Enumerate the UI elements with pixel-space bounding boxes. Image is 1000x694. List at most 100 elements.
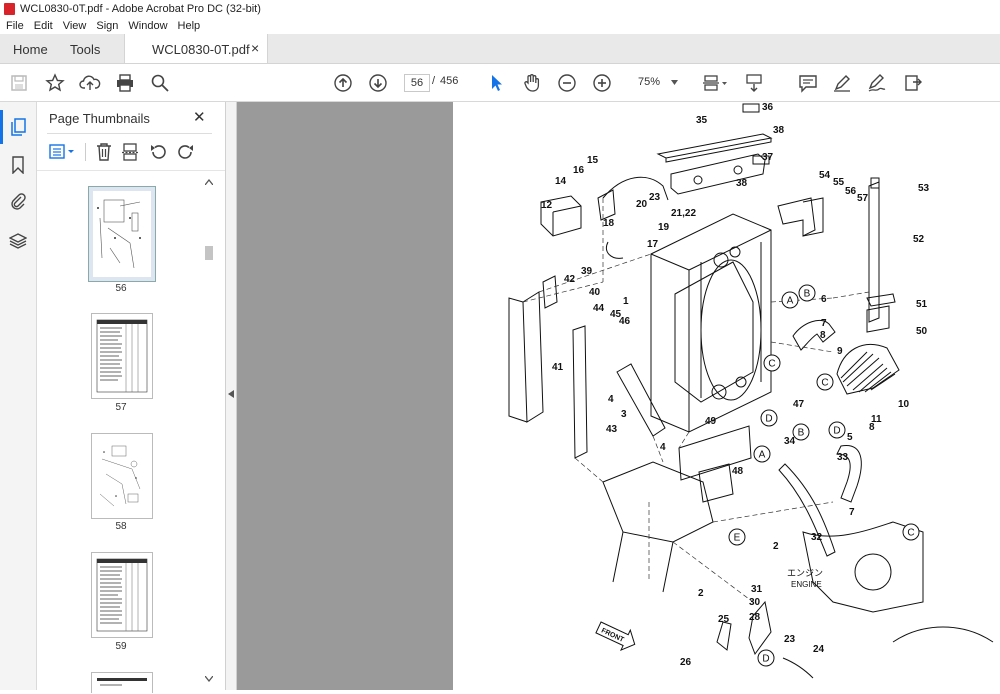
connection-marker: B <box>798 284 816 302</box>
page-number-input[interactable]: 56 <box>404 74 430 92</box>
panel-collapse-handle[interactable] <box>226 102 237 690</box>
fill-sign-icon[interactable] <box>866 72 888 94</box>
more-tools-icon[interactable] <box>902 72 924 94</box>
menu-bar: File Edit View Sign Window Help <box>0 17 1000 34</box>
thumbnail-label: 57 <box>115 402 127 413</box>
thumbnail-label: 59 <box>115 641 127 652</box>
star-icon[interactable] <box>44 72 66 94</box>
zoom-in-icon[interactable] <box>591 72 613 94</box>
page-separator: / <box>432 75 436 87</box>
part-callout: 10 <box>898 399 910 410</box>
thumbnail-page-56[interactable] <box>88 186 156 282</box>
tab-home[interactable]: Home <box>13 42 48 57</box>
layers-icon[interactable] <box>9 232 27 250</box>
part-callout: 19 <box>658 222 670 233</box>
part-callout: 9 <box>837 346 843 357</box>
scroll-thumb[interactable] <box>205 246 213 260</box>
search-icon[interactable] <box>149 72 171 94</box>
front-arrow: FRONT <box>595 621 636 652</box>
thumbnail-page-58[interactable] <box>91 433 153 519</box>
tab-bar: Home Tools WCL0830-0T.pdf × <box>0 34 1000 64</box>
thumbnail-page-59[interactable] <box>91 552 153 638</box>
panel-scrollbar[interactable] <box>203 176 215 688</box>
delete-icon[interactable] <box>95 142 113 162</box>
scroll-up-icon[interactable] <box>205 179 213 185</box>
part-callout: 7 <box>849 507 855 518</box>
select-arrow-icon[interactable] <box>486 72 508 94</box>
part-callout: 24 <box>813 644 825 655</box>
save-icon[interactable] <box>8 72 30 94</box>
left-rail <box>0 102 37 690</box>
page-layout-icon[interactable] <box>701 72 729 94</box>
thumbnail-page-57[interactable] <box>91 313 153 399</box>
connection-marker-label: C <box>768 359 775 370</box>
print-icon[interactable] <box>114 72 136 94</box>
connection-marker: D <box>828 421 846 439</box>
part-callout: 23 <box>784 634 796 645</box>
part-callout: 55 <box>833 177 845 188</box>
extract-pages-icon[interactable] <box>121 142 141 162</box>
zoom-select[interactable]: 75% <box>628 74 684 90</box>
thumbnail-label: 56 <box>115 283 127 294</box>
connection-marker-label: B <box>798 428 805 439</box>
scroll-down-icon[interactable] <box>205 676 213 682</box>
part-callout: 6 <box>821 294 827 305</box>
menu-sign[interactable]: Sign <box>96 20 118 32</box>
part-callout: 53 <box>918 183 930 194</box>
cloud-upload-icon[interactable] <box>79 72 101 94</box>
scroll-mode-icon[interactable] <box>743 72 765 94</box>
thumbnail-options-icon[interactable] <box>49 144 75 160</box>
part-callout: 4 <box>660 442 666 453</box>
menu-window[interactable]: Window <box>128 20 167 32</box>
page-thumbnails-icon[interactable] <box>9 118 27 136</box>
bookmark-icon[interactable] <box>11 156 25 174</box>
part-callout: 11 <box>871 414 882 425</box>
menu-view[interactable]: View <box>63 20 87 32</box>
tab-document[interactable]: WCL0830-0T.pdf × <box>124 34 268 63</box>
highlight-pen-icon[interactable] <box>831 72 853 94</box>
part-callout: 15 <box>587 155 599 166</box>
part-callout: 30 <box>749 597 761 608</box>
panel-close-icon[interactable]: ✕ <box>193 108 206 126</box>
divider <box>47 133 212 134</box>
connection-marker-label: C <box>821 378 828 389</box>
part-callout: 42 <box>564 274 576 285</box>
part-callout: 43 <box>606 424 618 435</box>
part-callout: 48 <box>732 466 744 477</box>
menu-edit[interactable]: Edit <box>34 20 53 32</box>
parts-diagram: エンジン ENGINE FRONT 1223445677889101112141… <box>508 102 994 679</box>
connection-marker: D <box>760 409 778 427</box>
page-down-icon[interactable] <box>367 72 389 94</box>
menu-file[interactable]: File <box>6 20 24 32</box>
part-callout: 23 <box>649 192 661 203</box>
collapse-arrow-icon <box>228 390 234 398</box>
tab-close-icon[interactable]: × <box>251 40 259 56</box>
part-callout: 3 <box>621 409 627 420</box>
panel-title: Page Thumbnails <box>49 111 150 126</box>
part-callout: 44 <box>593 303 605 314</box>
part-callout: 39 <box>581 266 593 277</box>
connection-marker: A <box>753 445 771 463</box>
zoom-out-icon[interactable] <box>556 72 578 94</box>
thumbnail-preview <box>96 558 148 632</box>
part-callout: 8 <box>820 330 826 341</box>
part-callout: 37 <box>762 152 774 163</box>
tab-tools[interactable]: Tools <box>70 42 100 57</box>
connection-marker-label: D <box>833 426 840 437</box>
attachment-icon[interactable] <box>10 192 26 210</box>
part-callout: 34 <box>784 436 796 447</box>
part-callout: 25 <box>718 614 730 625</box>
divider <box>85 143 86 161</box>
thumbnails-panel: Page Thumbnails ✕ 56 57 58 59 <box>37 102 226 693</box>
menu-help[interactable]: Help <box>178 20 201 32</box>
comment-icon[interactable] <box>797 72 819 94</box>
rotate-right-icon[interactable] <box>175 142 195 162</box>
rotate-left-icon[interactable] <box>149 142 169 162</box>
part-callout: 56 <box>845 186 857 197</box>
page-up-icon[interactable] <box>332 72 354 94</box>
part-callout: 50 <box>916 326 928 337</box>
part-callout: 47 <box>793 399 805 410</box>
active-indicator <box>0 110 3 144</box>
part-callout: 26 <box>680 657 692 668</box>
hand-tool-icon[interactable] <box>521 72 543 94</box>
